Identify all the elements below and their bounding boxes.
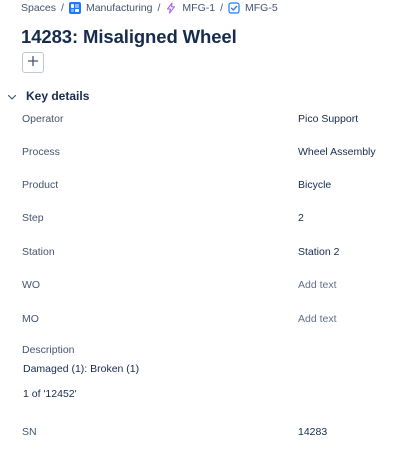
field-label-product: Product — [22, 179, 59, 191]
issue-title[interactable]: 14283: Misaligned Wheel — [21, 26, 237, 48]
field-label-station: Station — [22, 246, 55, 258]
field-value-step[interactable]: 2 — [298, 212, 304, 224]
task-checkbox-icon — [228, 2, 240, 14]
field-label-mo: MO — [22, 313, 39, 325]
breadcrumb-parent[interactable]: MFG-1 — [165, 2, 215, 14]
description-line[interactable]: Damaged (1): Broken (1) — [23, 363, 139, 375]
field-label-process: Process — [22, 146, 60, 158]
issue-view: Spaces / Manufacturing / MFG-1 / MFG-5 1… — [0, 0, 400, 459]
breadcrumb: Spaces / Manufacturing / MFG-1 / MFG-5 — [21, 2, 278, 14]
field-label-step: Step — [22, 212, 44, 224]
field-input-wo[interactable]: Add text — [298, 279, 337, 291]
breadcrumb-issue-label: MFG-5 — [245, 2, 278, 14]
field-value-process[interactable]: Wheel Assembly — [298, 146, 376, 158]
field-value-station[interactable]: Station 2 — [298, 246, 339, 258]
field-input-mo[interactable]: Add text — [298, 313, 337, 325]
field-label-description: Description — [22, 344, 75, 356]
field-label-sn: SN — [22, 426, 37, 438]
description-line[interactable]: 1 of '12452' — [23, 388, 77, 400]
breadcrumb-separator: / — [220, 2, 224, 14]
breadcrumb-spaces[interactable]: Spaces — [21, 2, 56, 14]
key-details-title: Key details — [26, 89, 90, 103]
add-button[interactable] — [22, 52, 44, 73]
plus-icon — [27, 55, 39, 70]
breadcrumb-issue[interactable]: MFG-5 — [228, 2, 278, 14]
chevron-down-icon — [6, 90, 18, 102]
breadcrumb-separator: / — [61, 2, 64, 14]
field-label-wo: WO — [22, 279, 41, 291]
breadcrumb-project-label: Manufacturing — [85, 2, 153, 14]
field-value-product[interactable]: Bicycle — [298, 179, 331, 191]
field-label-operator: Operator — [22, 113, 64, 125]
breadcrumb-project[interactable]: Manufacturing — [68, 2, 153, 14]
field-value-operator[interactable]: Pico Support — [298, 113, 358, 125]
project-grid-icon — [68, 2, 81, 14]
epic-lightning-icon — [165, 2, 177, 14]
breadcrumb-separator: / — [157, 2, 161, 14]
field-value-sn[interactable]: 14283 — [298, 426, 327, 438]
breadcrumb-parent-label: MFG-1 — [182, 2, 216, 14]
key-details-toggle[interactable]: Key details — [6, 89, 89, 103]
